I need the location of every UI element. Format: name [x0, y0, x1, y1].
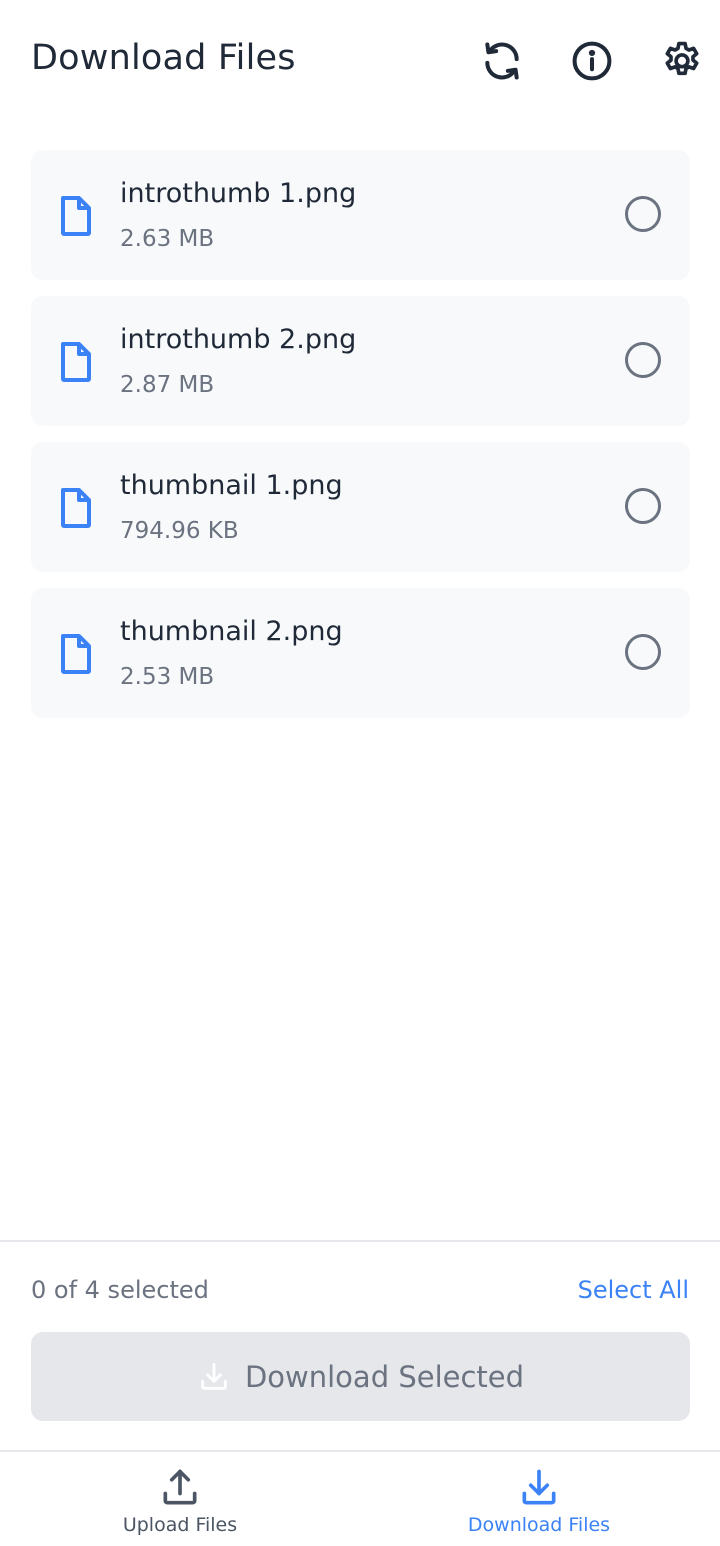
file-icon — [61, 196, 91, 236]
file-size: 794.96 KB — [120, 518, 239, 544]
gear-icon — [665, 41, 699, 76]
file-name: thumbnail 1.png — [120, 470, 343, 501]
info-icon — [572, 41, 612, 81]
upload-icon — [163, 1469, 197, 1505]
file-icon — [61, 634, 91, 674]
info-button[interactable] — [569, 38, 615, 84]
tab-download-files[interactable]: Download Files — [419, 1466, 659, 1546]
refresh-button[interactable] — [479, 38, 525, 84]
tab-upload-files[interactable]: Upload Files — [60, 1466, 300, 1546]
bottom-tab-bar: Upload Files Download Files — [0, 1450, 720, 1544]
tab-label: Download Files — [467, 1514, 611, 1536]
file-size: 2.87 MB — [120, 372, 215, 398]
download-selected-label: Download Selected — [244, 1359, 525, 1394]
settings-button[interactable] — [659, 38, 705, 84]
selection-count: 0 of 4 selected — [31, 1276, 209, 1304]
select-radio[interactable] — [625, 488, 661, 524]
file-list-item[interactable]: introthumb 2.png 2.87 MB — [31, 296, 690, 426]
file-size: 2.63 MB — [120, 226, 215, 252]
select-radio[interactable] — [625, 634, 661, 670]
select-all-link[interactable]: Select All — [578, 1276, 689, 1304]
download-selected-button[interactable]: Download Selected — [31, 1332, 690, 1421]
file-list-item[interactable]: introthumb 1.png 2.63 MB — [31, 150, 690, 280]
refresh-icon — [485, 42, 519, 80]
download-icon — [522, 1469, 556, 1505]
file-name: introthumb 1.png — [120, 178, 357, 209]
file-list-item[interactable]: thumbnail 2.png 2.53 MB — [31, 588, 690, 718]
app-header: Download Files — [0, 0, 720, 122]
select-radio[interactable] — [625, 342, 661, 378]
file-list-item[interactable]: thumbnail 1.png 794.96 KB — [31, 442, 690, 572]
page-title: Download Files — [31, 38, 296, 78]
selection-footer: 0 of 4 selected Select All Download Sele… — [0, 1240, 720, 1452]
select-radio[interactable] — [625, 196, 661, 232]
download-icon — [201, 1362, 227, 1390]
tab-label: Upload Files — [122, 1514, 238, 1536]
file-name: thumbnail 2.png — [120, 616, 343, 647]
file-icon — [61, 488, 91, 528]
file-name: introthumb 2.png — [120, 324, 357, 355]
file-size: 2.53 MB — [120, 664, 215, 690]
file-icon — [61, 342, 91, 382]
